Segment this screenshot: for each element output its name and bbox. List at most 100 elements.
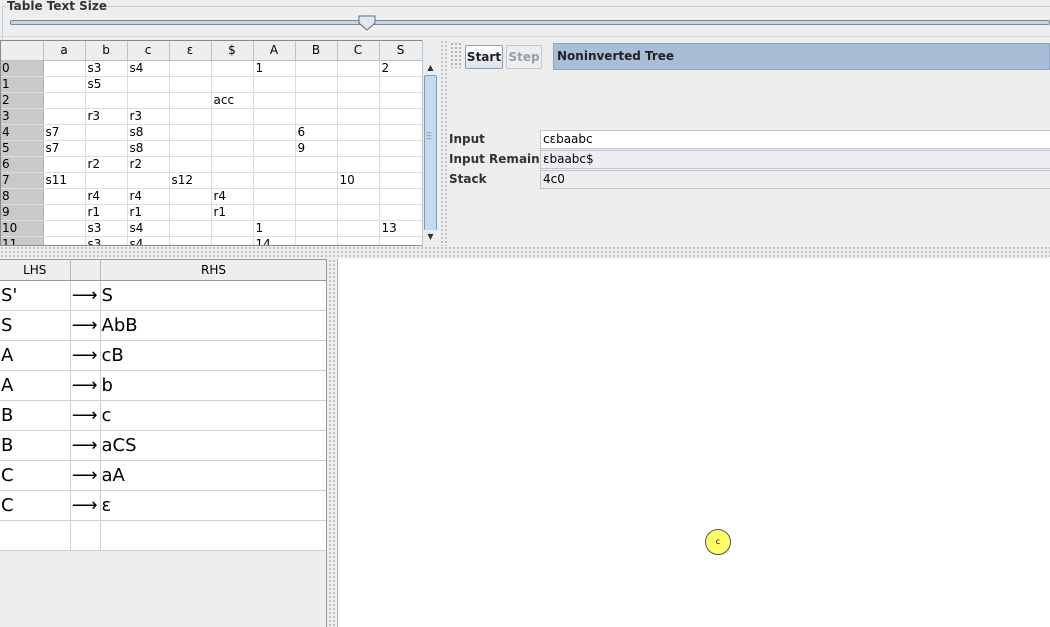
parse-table-cell[interactable]: s7 (43, 140, 86, 157)
parse-table-cell[interactable]: r4 (127, 188, 170, 205)
parse-table-cell[interactable]: r3 (85, 108, 128, 125)
parse-table-cell[interactable] (211, 220, 254, 237)
input-field[interactable]: cεbaabc (540, 130, 1050, 149)
production-lhs[interactable]: C (0, 490, 71, 521)
parse-table-cell[interactable] (295, 108, 338, 125)
grammar-empty-cell[interactable] (100, 520, 326, 551)
grammar-production-row[interactable]: B ⟶ aCS (0, 430, 326, 461)
parse-table-cell[interactable]: s4 (127, 220, 170, 237)
production-rhs[interactable]: aCS (100, 430, 326, 461)
production-rhs[interactable]: S (100, 280, 326, 311)
parse-table-cell[interactable]: r1 (211, 204, 254, 221)
parse-table-cell[interactable]: 13 (379, 220, 423, 237)
parse-table-cell[interactable] (211, 76, 254, 93)
parse-table-cell[interactable] (169, 92, 212, 109)
parse-table-cell[interactable] (337, 108, 380, 125)
parse-table-cell[interactable]: 1 (253, 220, 296, 237)
parse-table-cell[interactable] (379, 108, 423, 125)
production-lhs[interactable]: A (0, 370, 71, 401)
parse-table-cell[interactable]: 9 (295, 140, 338, 157)
parse-table-cell[interactable] (295, 76, 338, 93)
parse-table-cell[interactable]: s3 (85, 236, 128, 245)
parse-table-column-header[interactable]: b (85, 41, 128, 61)
parse-table-cell[interactable] (253, 108, 296, 125)
parse-table-cell[interactable] (43, 76, 86, 93)
parse-table-corner-header[interactable] (1, 41, 44, 61)
production-lhs[interactable]: S' (0, 280, 71, 311)
parse-table-cell[interactable]: s4 (127, 236, 170, 245)
parse-table-cell[interactable] (127, 172, 170, 189)
parse-table-cell[interactable]: s7 (43, 124, 86, 141)
parse-table-cell[interactable] (379, 188, 423, 205)
parse-table-cell[interactable] (253, 76, 296, 93)
parse-table-cell[interactable]: r4 (85, 188, 128, 205)
parse-table-cell[interactable] (43, 156, 86, 173)
parse-table-cell[interactable]: s11 (43, 172, 86, 189)
parse-table-cell[interactable] (379, 236, 423, 245)
parse-table-cell[interactable] (337, 92, 380, 109)
parse-table-cell[interactable]: 1 (253, 60, 296, 77)
parse-table-cell[interactable] (253, 204, 296, 221)
parse-table-cell[interactable] (295, 172, 338, 189)
grammar-production-row[interactable]: B ⟶ c (0, 400, 326, 431)
grammar-empty-row[interactable] (0, 520, 326, 551)
parse-table-cell[interactable] (379, 172, 423, 189)
parse-table-cell[interactable] (253, 172, 296, 189)
parse-table-cell[interactable]: s8 (127, 124, 170, 141)
parse-table-cell[interactable] (43, 236, 86, 245)
parse-table-cell[interactable] (295, 156, 338, 173)
rhs-column-header[interactable]: RHS (100, 259, 326, 281)
parse-table-cell[interactable] (169, 60, 212, 77)
parse-table-cell[interactable] (211, 108, 254, 125)
parse-table-column-header[interactable]: B (295, 41, 338, 61)
scroll-up-arrow-icon[interactable]: ▲ (423, 61, 438, 75)
parse-table-cell[interactable] (295, 92, 338, 109)
text-size-slider-track[interactable] (10, 20, 1050, 25)
parse-table-cell[interactable] (211, 124, 254, 141)
toolbar-grip-icon[interactable] (450, 42, 462, 68)
production-rhs[interactable]: cB (100, 340, 326, 371)
parse-table-cell[interactable] (337, 124, 380, 141)
grammar-production-row[interactable]: C ⟶ ε (0, 490, 326, 521)
production-rhs[interactable]: ε (100, 490, 326, 521)
parse-table-cell[interactable] (295, 188, 338, 205)
parse-table-cell[interactable] (211, 140, 254, 157)
parse-table-column-header[interactable]: A (253, 41, 296, 61)
parse-table-scrollbar[interactable]: ▲ ‒ ‒ ‒ ▼ (422, 40, 438, 246)
parse-table-cell[interactable] (211, 172, 254, 189)
parse-table-cell[interactable]: s8 (127, 140, 170, 157)
parse-table-cell[interactable] (127, 92, 170, 109)
production-lhs[interactable]: B (0, 400, 71, 431)
parse-table-cell[interactable] (43, 188, 86, 205)
production-lhs[interactable]: A (0, 340, 71, 371)
parse-table-column-header[interactable]: C (337, 41, 380, 61)
parse-table-cell[interactable] (379, 76, 423, 93)
tree-node[interactable]: c (705, 529, 731, 555)
parse-table-column-header[interactable]: S (379, 41, 423, 61)
start-button[interactable]: Start (465, 45, 503, 69)
parse-table-cell[interactable] (169, 220, 212, 237)
parse-table-cell[interactable]: r1 (85, 204, 128, 221)
parse-table-cell[interactable]: r3 (127, 108, 170, 125)
parse-table-cell[interactable] (169, 140, 212, 157)
parse-table-cell[interactable] (211, 236, 254, 245)
parse-table-cell[interactable] (43, 60, 86, 77)
parse-table-cell[interactable] (253, 124, 296, 141)
parse-table-cell[interactable]: r2 (85, 156, 128, 173)
parse-table-cell[interactable]: 2 (379, 60, 423, 77)
grammar-empty-cell[interactable] (70, 520, 101, 551)
parse-table-cell[interactable]: 6 (295, 124, 338, 141)
parse-table-cell[interactable] (169, 108, 212, 125)
split-divider-horizontal[interactable] (0, 247, 1050, 258)
parse-table-cell[interactable] (169, 204, 212, 221)
parse-table-cell[interactable]: s5 (85, 76, 128, 93)
parse-table-column-header[interactable]: c (127, 41, 170, 61)
grammar-empty-cell[interactable] (0, 520, 71, 551)
grammar-production-row[interactable]: C ⟶ aA (0, 460, 326, 491)
parse-table-cell[interactable]: s4 (127, 60, 170, 77)
production-rhs[interactable]: b (100, 370, 326, 401)
parse-table-column-header[interactable]: ε (169, 41, 212, 61)
parse-table-cell[interactable] (211, 156, 254, 173)
parse-table-cell[interactable] (337, 156, 380, 173)
parse-table-cell[interactable] (253, 92, 296, 109)
